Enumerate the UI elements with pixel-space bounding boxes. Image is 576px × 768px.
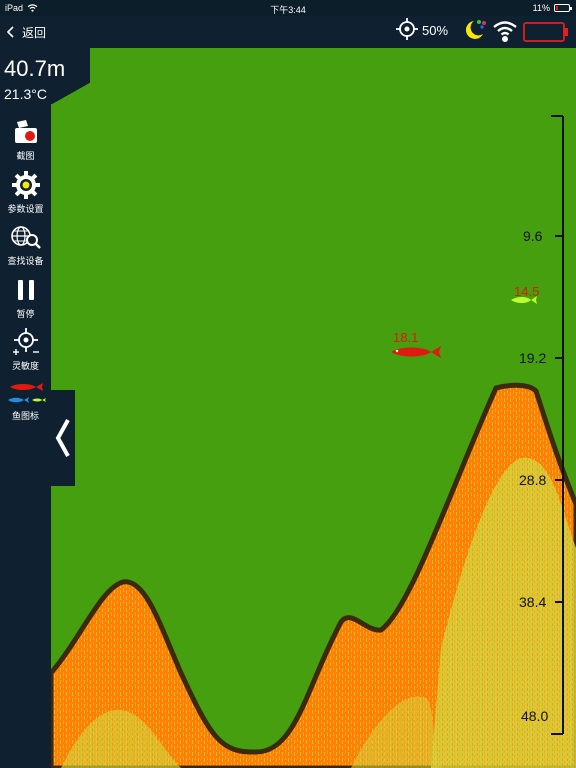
chevron-left-icon: [6, 26, 14, 38]
chevron-left-icon: [55, 419, 70, 457]
scale-label: 48.0: [521, 708, 549, 724]
screenshot-label: 截图: [16, 151, 35, 161]
sonar-display[interactable]: 9.6 19.2 28.8 38.4 48.0 18.1 14.5: [51, 48, 576, 768]
pause-button[interactable]: 暂停: [0, 278, 51, 320]
globe-search-icon: [10, 226, 41, 249]
wifi-signal-icon: [493, 21, 517, 42]
collapse-sidebar-button[interactable]: [51, 390, 75, 486]
back-label: 返回: [22, 25, 47, 40]
status-bar: iPad 下午3:44 11%: [0, 0, 576, 16]
pause-icon: [17, 280, 34, 300]
settings-label: 参数设置: [7, 204, 44, 214]
fish-icon-label: 鱼图标: [11, 411, 39, 421]
top-bar: 返回 50%: [0, 16, 576, 48]
fish-marker-red[interactable]: [391, 346, 441, 358]
settings-button[interactable]: 参数设置: [0, 171, 51, 215]
gear-icon: [11, 171, 40, 199]
zoom-value: 50%: [422, 23, 449, 38]
fish-depth-label: 14.5: [514, 284, 540, 299]
sensitivity-button[interactable]: 灵敏度: [0, 328, 51, 372]
back-button[interactable]: 返回: [4, 20, 46, 44]
depth-value: 40.7m: [4, 56, 66, 81]
crosshair-icon[interactable]: [396, 18, 418, 40]
scale-label: 28.8: [519, 472, 547, 488]
fish-icon-button[interactable]: 鱼图标: [0, 380, 51, 422]
find-device-button[interactable]: 查找设备: [0, 225, 51, 267]
find-device-label: 查找设备: [7, 256, 44, 266]
screenshot-button[interactable]: 截图: [0, 118, 51, 162]
battery-percent: 11%: [532, 3, 550, 13]
fish-icons-icon: [7, 383, 46, 403]
sensitivity-crosshair-icon: [12, 328, 39, 355]
screenshot-camera-icon: [14, 120, 37, 143]
pause-label: 暂停: [16, 309, 35, 319]
device-battery-icon: [523, 22, 568, 42]
temperature-value: 21.3°C: [4, 86, 47, 102]
scale-label: 38.4: [519, 594, 547, 610]
scale-label: 19.2: [519, 350, 547, 366]
scale-label: 9.6: [523, 228, 543, 244]
sonar-chart: [51, 115, 576, 768]
status-time: 下午3:44: [270, 5, 306, 15]
night-mode-moon-icon[interactable]: [462, 18, 488, 42]
battery-small-icon: [554, 4, 572, 12]
sensitivity-label: 灵敏度: [11, 361, 39, 371]
fish-depth-label: 18.1: [393, 330, 419, 345]
